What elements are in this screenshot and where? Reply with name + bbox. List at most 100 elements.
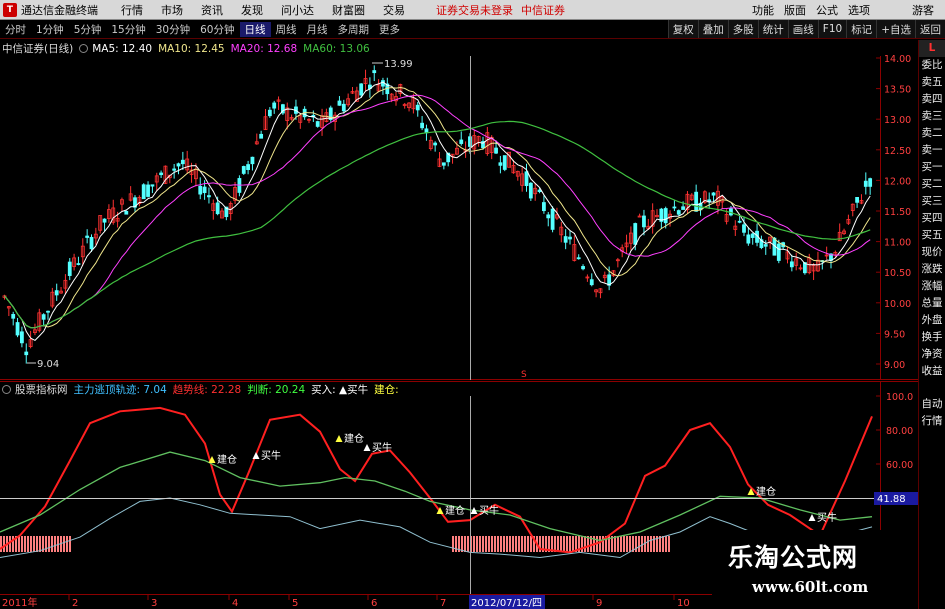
side-tab-net-asset[interactable]: 净资 [919, 346, 945, 363]
indicator-bar [530, 536, 532, 552]
price-chart[interactable]: 14.00 13.50 13.00 12.50 12.00 11.50 11.00 10.50… [0, 40, 918, 380]
f10-button[interactable]: F10 [817, 20, 847, 38]
side-tab-ask1[interactable]: 卖一 [919, 142, 945, 159]
candle-body [663, 208, 668, 224]
indicator-bar [584, 536, 586, 552]
indicator-axis-label: 100.0 [886, 392, 913, 403]
menu-item-discover[interactable]: 发现 [232, 2, 272, 18]
mark-button[interactable]: 标记 [846, 20, 877, 38]
side-tab-price[interactable]: 现价 [919, 244, 945, 261]
side-tab-ask5[interactable]: 卖五 [919, 74, 945, 91]
stock-title[interactable]: 中信证券(日线) [2, 41, 73, 56]
candle-body [681, 206, 685, 210]
candle-body [746, 234, 751, 244]
side-tab-earnings[interactable]: 收益 [919, 363, 945, 380]
indicator-bar [452, 536, 454, 552]
side-tab-change[interactable]: 涨跌 [919, 261, 945, 278]
candle-body [19, 331, 24, 344]
period-5min[interactable]: 5分钟 [69, 22, 107, 37]
menu-item-ask[interactable]: 问小达 [272, 2, 323, 18]
side-tab-bid1[interactable]: 买一 [919, 159, 945, 176]
indicator-bar [620, 536, 622, 552]
side-tab-bid2[interactable]: 买二 [919, 176, 945, 193]
restore-rights-button[interactable]: 复权 [667, 20, 698, 38]
period-15min[interactable]: 15分钟 [106, 22, 150, 37]
side-tab-change-pct[interactable]: 涨幅 [919, 278, 945, 295]
side-tab-bid3[interactable]: 买三 [919, 193, 945, 210]
period-intraday[interactable]: 分时 [0, 22, 31, 37]
period-multi[interactable]: 多周期 [333, 22, 375, 37]
multi-stock-button[interactable]: 多股 [727, 20, 758, 38]
indicator-bar [30, 536, 32, 552]
candle-body [494, 147, 498, 154]
menu-item-options[interactable]: 选项 [843, 2, 875, 18]
side-tab-bid5[interactable]: 买五 [919, 227, 945, 244]
side-tab-bid4[interactable]: 买四 [919, 210, 945, 227]
draw-line-button[interactable]: 画线 [787, 20, 818, 38]
menu-item-quote[interactable]: 行情 [112, 2, 152, 18]
menu-item-news[interactable]: 资讯 [192, 2, 232, 18]
candle-body [172, 168, 177, 171]
price-axis-label: 11.50 [884, 207, 911, 218]
period-1min[interactable]: 1分钟 [31, 22, 69, 37]
period-monthly[interactable]: 月线 [302, 22, 333, 37]
year-label: 2011年 [2, 596, 37, 609]
side-tab-volume[interactable]: 总量 [919, 295, 945, 312]
candle-body [54, 290, 59, 296]
candle-body [537, 189, 542, 193]
side-tab-ask3[interactable]: 卖三 [919, 108, 945, 125]
app-title: 通达信金融终端 [21, 3, 98, 17]
side-tab-ask2[interactable]: 卖二 [919, 125, 945, 142]
period-daily[interactable]: 日线 [239, 21, 271, 37]
candle-body [341, 103, 346, 112]
indicator-settings-icon[interactable] [2, 385, 11, 394]
indicator-bar [554, 536, 556, 552]
month-label: 2 [72, 598, 78, 609]
menu-bar: T 通达信金融终端 行情 市场 资讯 发现 问小达 财富圈 交易 证券交易未登录… [0, 0, 945, 20]
overlay-button[interactable]: 叠加 [697, 20, 728, 38]
indicator-bar [69, 536, 71, 552]
indicator-bar [509, 536, 511, 552]
side-tab-order-ratio[interactable]: 委比 [919, 57, 945, 74]
indicator-bar [494, 536, 496, 552]
candle-body [180, 159, 185, 165]
add-watchlist-button[interactable]: +自选 [876, 20, 915, 38]
menu-item-function[interactable]: 功能 [747, 2, 779, 18]
indicator-bar [635, 536, 637, 552]
candle-body [15, 322, 20, 336]
menu-item-market[interactable]: 市场 [152, 2, 192, 18]
settings-circle-icon[interactable] [79, 44, 89, 53]
indicator-bar [623, 536, 625, 552]
candle-body [676, 210, 681, 215]
indicator-name[interactable]: 股票指标网 [15, 382, 68, 397]
back-button[interactable]: 返回 [915, 20, 945, 38]
candle-body [789, 261, 794, 268]
side-tab-ask4[interactable]: 卖四 [919, 91, 945, 108]
month-label: 6 [371, 598, 377, 609]
indicator-bar [641, 536, 643, 552]
menu-item-formula[interactable]: 公式 [811, 2, 843, 18]
trade-login-status[interactable]: 证券交易未登录 [436, 2, 513, 18]
menu-item-wealth-circle[interactable]: 财富圈 [323, 2, 374, 18]
menu-item-trade[interactable]: 交易 [374, 2, 414, 18]
candle-body [141, 184, 146, 200]
period-60min[interactable]: 60分钟 [195, 22, 239, 37]
statistics-button[interactable]: 统计 [757, 20, 788, 38]
candle-body [315, 121, 320, 127]
indicator-bar [665, 536, 667, 552]
side-tab-turnover[interactable]: 换手 [919, 329, 945, 346]
side-tab-auto[interactable]: 自动 [919, 396, 945, 413]
period-weekly[interactable]: 周线 [271, 22, 302, 37]
candle-body [150, 184, 155, 187]
menu-item-layout[interactable]: 版面 [779, 2, 811, 18]
side-tab-quote[interactable]: 行情 [919, 413, 945, 430]
candle-body [24, 351, 29, 356]
period-more[interactable]: 更多 [374, 22, 405, 37]
event-marker[interactable]: S [521, 370, 527, 380]
indicator-bar [626, 536, 628, 552]
indicator-bar [36, 536, 38, 552]
period-30min[interactable]: 30分钟 [151, 22, 195, 37]
guest-user[interactable]: 游客 [907, 2, 939, 18]
side-tab-outer[interactable]: 外盘 [919, 312, 945, 329]
side-tab-l[interactable]: L [919, 40, 945, 57]
